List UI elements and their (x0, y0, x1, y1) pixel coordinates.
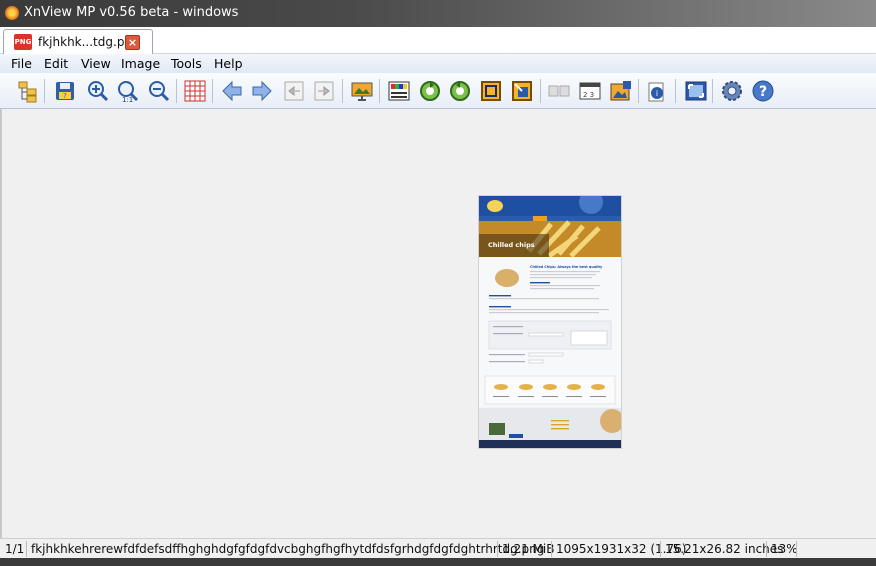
image-viewer[interactable] (0, 109, 876, 538)
menu-help[interactable]: Help (214, 56, 243, 71)
menu-view[interactable]: View (81, 56, 111, 71)
file-name: fkjhkhkehrerewfdfdefsdffhghghdgfgfdgfdvc… (31, 542, 545, 556)
toolbar-separator (638, 79, 639, 103)
status-bar: 1/1 fkjhkhkehrerewfdfdefsdffhghghdgfgfdg… (0, 538, 876, 558)
close-icon[interactable]: × (125, 35, 140, 50)
menu-file[interactable]: File (11, 56, 32, 71)
previous-icon[interactable] (220, 79, 244, 103)
toolbar-separator (712, 79, 713, 103)
next-icon[interactable] (250, 79, 274, 103)
zoom-1-1-icon[interactable]: 1:1 (116, 79, 140, 103)
grid-icon[interactable] (183, 79, 207, 103)
toolbar-separator (342, 79, 343, 103)
slideshow-icon[interactable] (350, 79, 374, 103)
image-index: 1/1 (5, 542, 25, 556)
svg-text:2 3: 2 3 (583, 91, 594, 99)
status-divider (551, 541, 552, 557)
fullscreen-icon[interactable] (684, 79, 708, 103)
title-bar: XnView MP v0.56 beta - windows (0, 0, 876, 27)
hero-title: Chilled chips (488, 241, 535, 249)
edit-icon[interactable] (609, 79, 633, 103)
section-heading: Chilled Chips: Always the best quality (530, 265, 603, 269)
window-title: XnView MP v0.56 beta - windows (24, 5, 239, 20)
png-file-icon: PNG (14, 34, 32, 50)
save-icon[interactable]: ? (53, 79, 77, 103)
toolbar-separator (675, 79, 676, 103)
web-page-thumbnail: Chilled chips Chilled Chips: Always the … (479, 196, 621, 448)
image-tab[interactable]: PNG fkjhkhk...tdg.png × (3, 29, 153, 55)
browser-icon[interactable] (16, 79, 40, 103)
rotate-right-icon[interactable] (448, 79, 472, 103)
toolbar-separator (176, 79, 177, 103)
displayed-image: Chilled chips Chilled Chips: Always the … (479, 196, 621, 448)
menu-image[interactable]: Image (121, 56, 160, 71)
status-divider (796, 541, 797, 557)
toolbar-separator (379, 79, 380, 103)
status-divider (766, 541, 767, 557)
xnview-app-icon (5, 6, 19, 20)
tab-strip: PNG fkjhkhk...tdg.png × (0, 27, 876, 55)
svg-text:1:1: 1:1 (122, 96, 133, 103)
properties-icon[interactable]: i (645, 79, 669, 103)
toolbar: ? 1:1 2 3 i ? (0, 73, 876, 109)
svg-text:?: ? (759, 84, 767, 100)
status-divider (26, 541, 27, 557)
compare-icon[interactable] (547, 79, 571, 103)
menu-edit[interactable]: Edit (44, 56, 68, 71)
status-divider (660, 541, 661, 557)
first-icon[interactable] (282, 79, 306, 103)
toolbar-separator (212, 79, 213, 103)
crop-icon[interactable] (479, 79, 503, 103)
help-icon[interactable]: ? (751, 79, 775, 103)
zoom-in-icon[interactable] (86, 79, 110, 103)
toolbar-separator (44, 79, 45, 103)
rotate-left-icon[interactable] (418, 79, 442, 103)
svg-text:?: ? (63, 92, 67, 100)
settings-icon[interactable] (720, 79, 744, 103)
adjust-icon[interactable] (387, 79, 411, 103)
svg-text:i: i (656, 89, 658, 98)
zoom-level: 13% (771, 542, 798, 556)
multipage-icon[interactable]: 2 3 (578, 79, 602, 103)
file-size: 1.21 MiB (502, 542, 555, 556)
last-icon[interactable] (312, 79, 336, 103)
menu-tools[interactable]: Tools (171, 56, 202, 71)
status-divider (497, 541, 498, 557)
window-bottom-edge (0, 558, 876, 566)
zoom-out-icon[interactable] (147, 79, 171, 103)
toolbar-separator (540, 79, 541, 103)
menu-bar: File Edit View Image Tools Help (0, 54, 876, 73)
resize-icon[interactable] (510, 79, 534, 103)
